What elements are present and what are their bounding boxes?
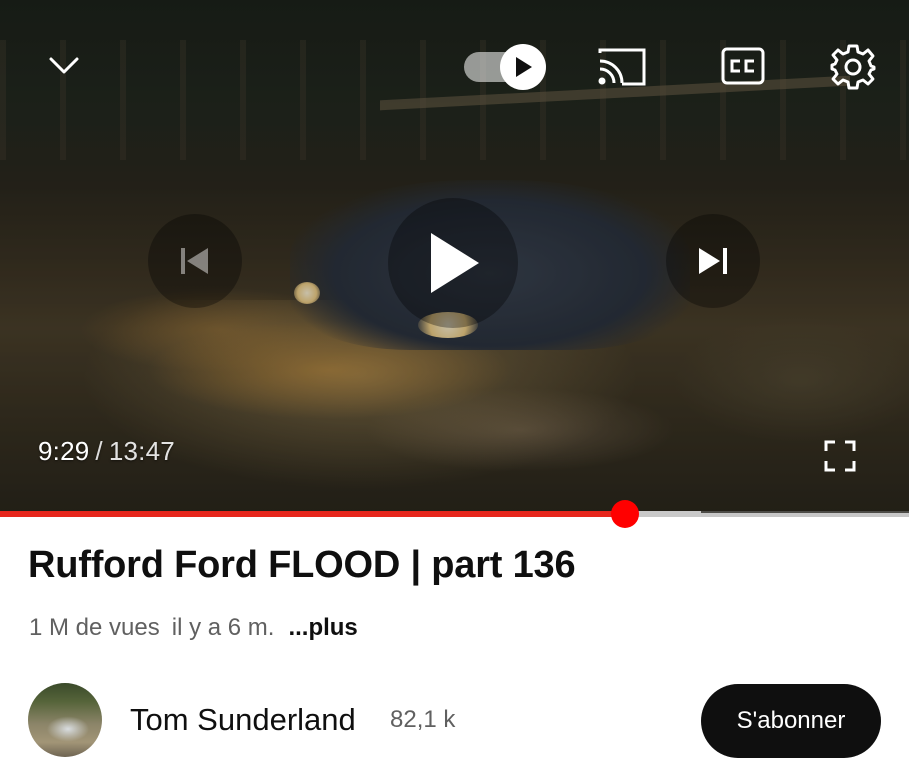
skip-next-icon bbox=[699, 248, 727, 274]
previous-button[interactable] bbox=[148, 214, 242, 308]
time-separator: / bbox=[95, 436, 103, 466]
autoplay-knob bbox=[500, 44, 546, 90]
channel-avatar[interactable] bbox=[28, 683, 102, 757]
play-icon bbox=[516, 57, 532, 77]
captions-button[interactable] bbox=[718, 44, 768, 88]
play-button[interactable] bbox=[388, 198, 518, 328]
autoplay-toggle[interactable] bbox=[464, 44, 548, 90]
cast-icon bbox=[598, 48, 646, 86]
video-metadata[interactable]: 1 M de vues il y a 6 m. ...plus bbox=[29, 614, 358, 642]
closed-captions-icon bbox=[721, 47, 765, 85]
next-button[interactable] bbox=[666, 214, 760, 308]
channel-name[interactable]: Tom Sunderland bbox=[130, 702, 356, 738]
skip-previous-icon bbox=[181, 248, 208, 274]
video-player[interactable]: 9:29/13:47 bbox=[0, 0, 909, 513]
settings-button[interactable] bbox=[826, 40, 880, 94]
current-time: 9:29 bbox=[38, 436, 90, 466]
progress-bar[interactable] bbox=[0, 500, 909, 528]
progress-played bbox=[0, 511, 626, 517]
playback-time: 9:29/13:47 bbox=[38, 436, 175, 467]
progress-scrubber[interactable] bbox=[611, 500, 640, 528]
play-icon bbox=[431, 233, 479, 293]
gear-icon bbox=[830, 44, 876, 90]
cast-button[interactable] bbox=[592, 42, 652, 92]
chevron-down-icon bbox=[49, 57, 79, 74]
fullscreen-button[interactable] bbox=[816, 434, 864, 478]
subscribe-button[interactable]: S'abonner bbox=[701, 684, 881, 758]
video-title[interactable]: Rufford Ford FLOOD | part 136 bbox=[28, 544, 576, 587]
collapse-button[interactable] bbox=[40, 44, 88, 88]
more-link[interactable]: ...plus bbox=[288, 614, 357, 641]
upload-date: il y a 6 m. bbox=[171, 614, 275, 641]
view-count: 1 M de vues bbox=[29, 614, 160, 641]
fullscreen-icon bbox=[824, 440, 856, 472]
duration: 13:47 bbox=[108, 436, 175, 466]
subscriber-count: 82,1 k bbox=[390, 706, 456, 733]
